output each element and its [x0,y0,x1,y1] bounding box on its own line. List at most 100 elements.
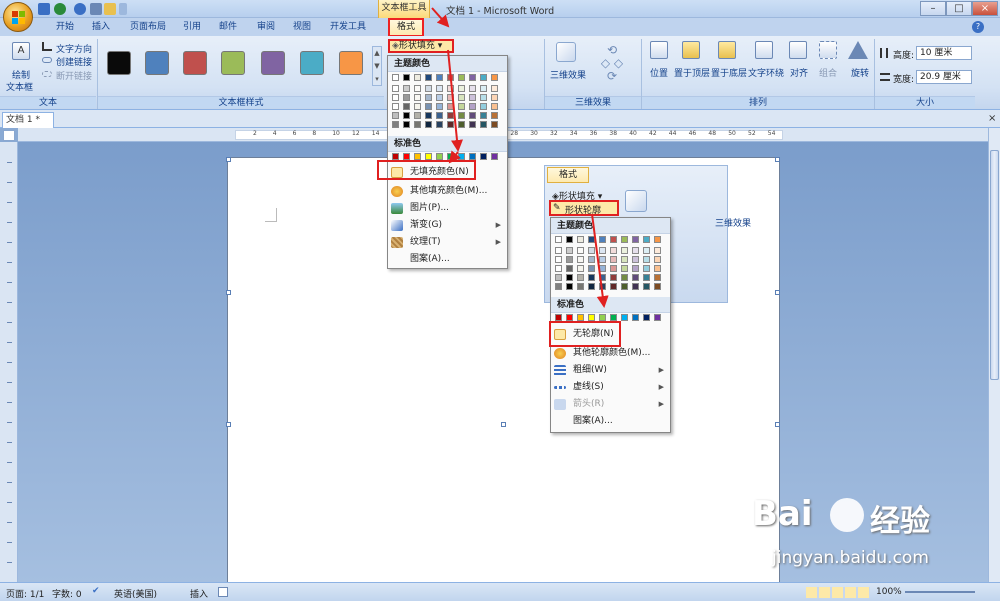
color-cell[interactable] [491,153,498,160]
color-cell[interactable] [480,103,487,110]
break-link-button[interactable]: 断开链接 [56,69,92,82]
color-cell[interactable] [599,236,606,243]
shape-outline-label[interactable]: 形状轮廓 [565,203,601,216]
color-cell[interactable] [436,94,443,101]
dashes-item[interactable]: 虚线(S) ▶ [551,379,670,396]
color-cell[interactable] [643,265,650,272]
zoom-slider[interactable] [905,591,975,593]
office-button[interactable] [3,2,33,32]
color-cell[interactable] [577,256,584,263]
style-swatch-3[interactable] [183,51,207,75]
color-cell[interactable] [555,236,562,243]
macro-icon[interactable] [218,587,228,597]
color-cell[interactable] [469,85,476,92]
color-cell[interactable] [577,314,584,321]
color-cell[interactable] [599,314,606,321]
color-cell[interactable] [588,265,595,272]
color-cell[interactable] [610,274,617,281]
color-cell[interactable] [555,265,562,272]
color-cell[interactable] [447,121,454,128]
color-cell[interactable] [469,103,476,110]
selection-handle[interactable] [775,157,780,162]
color-cell[interactable] [425,74,432,81]
color-cell[interactable] [425,103,432,110]
color-cell[interactable] [555,274,562,281]
color-cell[interactable] [436,85,443,92]
color-cell[interactable] [610,247,617,254]
color-cell[interactable] [458,94,465,101]
style-swatch-6[interactable] [300,51,324,75]
color-cell[interactable] [577,265,584,272]
redo-icon[interactable] [74,3,86,15]
color-cell[interactable] [654,236,661,243]
theme-color-grid[interactable] [392,74,505,134]
color-cell[interactable] [392,74,399,81]
color-cell[interactable] [480,153,487,160]
outline-pattern-item[interactable]: 图案(A)... [551,413,670,430]
color-cell[interactable] [491,94,498,101]
color-cell[interactable] [610,283,617,290]
tilt-icons[interactable]: ⟲ ◇ ◇ ⟳ [594,44,630,84]
color-cell[interactable] [555,314,562,321]
threed-effects-icon[interactable] [556,42,576,62]
align-icon[interactable] [789,41,807,59]
style-swatch-7[interactable] [339,51,363,75]
styles-scroll[interactable]: ▲ ▼ ▾ [372,46,382,86]
tab-review[interactable]: 审阅 [250,18,282,36]
color-cell[interactable] [588,247,595,254]
color-cell[interactable] [632,247,639,254]
color-cell[interactable] [403,121,410,128]
color-cell[interactable] [436,74,443,81]
color-cell[interactable] [610,256,617,263]
style-swatch-5[interactable] [261,51,285,75]
tab-insert[interactable]: 插入 [84,18,118,36]
color-cell[interactable] [403,94,410,101]
status-page[interactable]: 页面: 1/1 [6,587,44,600]
width-input[interactable]: 20.9 厘米 [916,70,972,84]
send-to-back-icon[interactable] [718,41,736,59]
gradient-fill-item[interactable]: 渐变(G) ▶ [388,217,507,234]
color-cell[interactable] [491,112,498,119]
color-cell[interactable] [458,85,465,92]
color-cell[interactable] [621,314,628,321]
color-cell[interactable] [447,153,454,160]
color-cell[interactable] [469,74,476,81]
color-cell[interactable] [392,112,399,119]
color-cell[interactable] [491,74,498,81]
color-cell[interactable] [610,236,617,243]
color-cell[interactable] [447,112,454,119]
color-cell[interactable] [621,283,628,290]
color-cell[interactable] [632,314,639,321]
color-cell[interactable] [425,153,432,160]
color-cell[interactable] [480,94,487,101]
color-cell[interactable] [566,256,573,263]
color-cell[interactable] [643,256,650,263]
color-cell[interactable] [599,283,606,290]
tab-home[interactable]: 开始 [48,18,82,36]
color-cell[interactable] [458,121,465,128]
rotate-icon[interactable] [848,41,868,59]
color-cell[interactable] [491,121,498,128]
color-cell[interactable] [447,94,454,101]
color-cell[interactable] [588,283,595,290]
selection-handle[interactable] [226,290,231,295]
more-fill-colors-item[interactable]: 其他填充颜色(M)... [388,183,507,200]
selection-handle[interactable] [501,422,506,427]
pattern-fill-item[interactable]: 图案(A)... [388,251,507,268]
inset-threed-icon[interactable] [625,190,647,212]
color-cell[interactable] [469,153,476,160]
color-cell[interactable] [610,314,617,321]
style-swatch-4[interactable] [221,51,245,75]
color-cell[interactable] [643,274,650,281]
color-cell[interactable] [425,112,432,119]
color-cell[interactable] [588,274,595,281]
color-cell[interactable] [588,256,595,263]
color-cell[interactable] [403,74,410,81]
customize-qat-icon[interactable] [119,3,127,15]
color-cell[interactable] [436,121,443,128]
tab-format[interactable]: 格式 [388,18,424,37]
tab-references[interactable]: 引用 [176,18,208,36]
arrange-rotate[interactable]: 旋转 [851,66,869,79]
draw-textbox-label-2[interactable]: 文本框 [6,80,33,93]
threed-effects-button[interactable]: 三维效果 [550,68,586,81]
